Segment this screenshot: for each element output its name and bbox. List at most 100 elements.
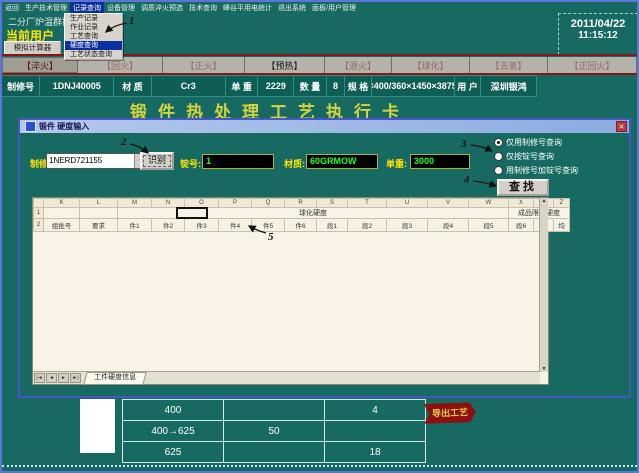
dialog-icon [25,121,36,132]
info-qty-value: 8 [327,76,346,96]
bottom-data-table: 400 4 400→625 50 625 18 [122,399,426,463]
hardness-input-dialog: 锻件 硬度输入 ✕ 制修号: 1NERD721155 ▼ 识别 锭号: 1 材质… [18,118,631,398]
find-button[interactable]: 查找 [497,179,549,196]
info-customer-value: 深圳银鸿 [481,76,537,96]
info-spec-label: 规 格 [345,76,371,96]
app-window: 返回 生产技术管理 记录查询 设备管理 调质淬火预选 技术查询 峰谷平用电统计 … [0,0,639,473]
annotation-1: 1 [129,15,135,27]
radio-query-by-ingot[interactable]: 仅按锭号查询 [494,151,554,162]
tab-normalize[interactable]: 【正火】 [163,57,245,73]
info-material-label: 材 质 [114,76,151,96]
menu-item-exit[interactable]: 退出系统 [275,2,309,14]
sheet-cell[interactable]: 件4 [219,219,252,232]
sheet-cell[interactable]: 段3 [387,219,428,232]
time-text: 11:15:12 [559,30,637,41]
tab-preheat[interactable]: 【预热】 [245,57,325,73]
menu-item-production-tech[interactable]: 生产技术管理 [22,2,70,14]
serial-combobox-value: 1NERD721155 [47,154,134,168]
export-process-button[interactable]: 导出工艺 [424,402,477,424]
ingot-field[interactable]: 1 [202,154,274,169]
menu-item-equipment[interactable]: 设备管理 [104,2,138,14]
bottom-white-panel [80,399,115,453]
table-cell [224,442,325,463]
weight-field[interactable]: 3000 [410,154,470,169]
sheet-tab-workpiece-hardness[interactable]: 工件硬度信息 [83,372,146,385]
sheet-cell[interactable]: 件1 [118,219,152,232]
menu-item-user-mgmt[interactable]: 面板/用户管理 [309,2,359,14]
serial-combobox[interactable]: 1NERD721155 ▼ [46,153,148,169]
sheet-cell[interactable]: 件5 [252,219,285,232]
info-serial-value: 1DNJ40005 [40,76,114,96]
radio-icon [494,166,503,175]
nav-next-icon[interactable]: ► [58,373,69,383]
sheet-cell[interactable]: 均 [554,219,570,232]
info-weight-label: 单 重 [226,76,258,96]
sheet-cell[interactable]: 件3 [185,219,219,232]
scroll-down-icon[interactable]: ▼ [542,366,547,372]
sheet-cell[interactable] [44,208,80,219]
menu-item-tech-query[interactable]: 技术查询 [186,2,220,14]
sheet-cell[interactable]: 段4 [428,219,469,232]
tab-anneal[interactable]: 【退火】 [325,57,392,73]
menu-bar: 返回 生产技术管理 记录查询 设备管理 调质淬火预选 技术查询 峰谷平用电统计 … [2,2,359,13]
ingot-label: 锭号: [180,157,201,170]
info-serial-label: 制修号 [2,76,40,96]
dropdown-item-production-record[interactable]: 生产记录 [65,14,122,23]
dropdown-item-process-query[interactable]: 工艺查询 [65,32,122,41]
annotation-4: 4 [464,174,470,186]
col-header: V [428,199,469,208]
col-header: Z [554,199,570,208]
sheet-cell[interactable]: 件6 [285,219,317,232]
dropdown-item-hardness-query[interactable]: 硬度查询 [65,41,122,50]
sheet-cell[interactable]: 组批号 [44,219,80,232]
table-cell [325,421,426,442]
dropdown-item-process-status-query[interactable]: 工艺状态查询 [65,50,122,59]
radio-query-by-serial[interactable]: 仅用制修号查询 [494,137,562,148]
col-header: L [80,199,118,208]
dropdown-item-job-record[interactable]: 作业记录 [65,23,122,32]
workpiece-info-bar: 制修号 1DNJ40005 材 质 Cr3 单 重 2229 数 量 8 规 格… [2,75,537,97]
col-header: Q [252,199,285,208]
table-cell: 625 [123,442,224,463]
sheet-cell[interactable]: 段5 [469,219,509,232]
material-field[interactable]: 60GRMOW [306,154,378,169]
row-header: 2 [34,219,44,232]
record-query-dropdown: 生产记录 作业记录 工艺查询 硬度查询 工艺状态查询 [64,13,123,60]
tab-normalize-temper[interactable]: 【正回火】 [548,57,637,73]
sheet-cell[interactable]: 段2 [348,219,387,232]
radio-query-by-serial-and-ingot[interactable]: 用制修号加锭号查询 [494,165,578,176]
table-cell: 50 [224,421,325,442]
dialog-titlebar[interactable]: 锻件 硬度输入 ✕ [20,120,629,133]
info-customer-label: 用 户 [455,76,481,96]
hardness-spreadsheet[interactable]: K L M N O P Q R S T U V W X Y [32,197,549,385]
sheet-cell[interactable]: 要求 [80,219,118,232]
menu-item-record-query[interactable]: 记录查询 [70,2,104,14]
sheet-cell[interactable] [80,208,118,219]
sheet-cell[interactable]: 件2 [152,219,185,232]
radio-icon [494,152,503,161]
close-icon[interactable]: ✕ [616,121,627,132]
tab-spheroidize[interactable]: 【球化】 [392,57,470,73]
menu-item-power-stats[interactable]: 峰谷平用电统计 [220,2,275,14]
table-cell: 18 [325,442,426,463]
table-cell [224,400,325,421]
sheet-cell[interactable]: 段6 [509,219,534,232]
radio-label: 用制修号加锭号查询 [506,165,578,176]
nav-prev-icon[interactable]: ◄ [46,373,57,383]
datetime-box: 2011/04/22 11:15:12 [558,13,638,55]
radio-icon [494,138,503,147]
col-header: K [44,199,80,208]
tab-dehydrogenate[interactable]: 【去氢】 [470,57,548,73]
sheet-vertical-scrollbar[interactable]: ▲ ▼ [539,198,548,372]
nav-first-icon[interactable]: |◄ [34,373,45,383]
menu-item-return[interactable]: 返回 [2,2,22,14]
material-label: 材质: [284,157,305,170]
info-weight-value: 2229 [258,76,294,96]
sheet-cell[interactable]: 段1 [317,219,348,232]
identify-button[interactable]: 识别 [140,152,174,170]
annotation-5: 5 [268,231,274,243]
dialog-title: 锻件 硬度输入 [39,121,616,132]
scroll-up-icon[interactable]: ▲ [542,198,547,204]
menu-item-quench-preselect[interactable]: 调质淬火预选 [138,2,186,14]
nav-last-icon[interactable]: ►| [70,373,81,383]
